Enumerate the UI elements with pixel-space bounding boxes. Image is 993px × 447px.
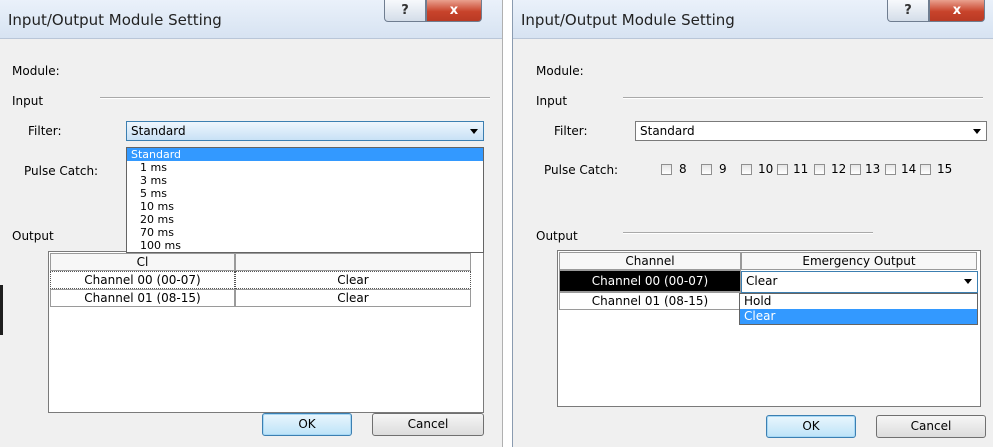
pulse-checkbox-11[interactable]	[777, 164, 788, 175]
cancel-button[interactable]: Cancel	[876, 415, 986, 438]
title-bar: Input/Output Module Setting ? x	[0, 0, 502, 39]
output-cell-text: Clear	[337, 291, 369, 305]
ok-button[interactable]: OK	[766, 415, 856, 438]
close-button[interactable]: x	[426, 0, 482, 22]
pulse-bit-label: 12	[831, 162, 847, 176]
table-row-channel[interactable]: Channel 00 (00-07)	[559, 270, 741, 292]
help-button[interactable]: ?	[384, 0, 426, 22]
channel-header-text: Cl	[136, 255, 149, 269]
filter-label: Filter:	[554, 124, 588, 138]
output-section-label: Output	[536, 229, 578, 243]
output-cell-text: Clear	[337, 273, 369, 287]
module-label: Module:	[536, 64, 584, 78]
input-section-label: Input	[536, 94, 568, 108]
emergency-output-select[interactable]: Clear	[741, 271, 978, 293]
chevron-down-icon[interactable]	[964, 279, 972, 284]
table-row-output[interactable]: Clear	[235, 289, 471, 307]
emergency-output-dropdown: Hold Clear	[739, 293, 978, 325]
table-row-channel[interactable]: Channel 01 (08-15)	[50, 289, 235, 307]
io-module-setting-dialog-left: Input/Output Module Setting ? x Module: …	[0, 0, 503, 447]
chevron-down-icon[interactable]	[470, 129, 478, 134]
pulse-checkbox-13[interactable]	[850, 164, 861, 175]
pulse-checkbox-10[interactable]	[741, 164, 752, 175]
table-row-channel[interactable]: Channel 00 (00-07)	[50, 271, 235, 289]
filter-label: Filter:	[28, 124, 62, 138]
pulse-checkbox-15[interactable]	[920, 164, 931, 175]
channel-cell-text: Channel 00 (00-07)	[591, 274, 709, 288]
pulse-bit-label: 8	[679, 162, 687, 176]
pulse-checkbox-12[interactable]	[814, 164, 825, 175]
emergency-select-value: Clear	[746, 274, 778, 288]
emergency-option-hold[interactable]: Hold	[740, 294, 977, 309]
table-row-output[interactable]: Clear	[235, 271, 471, 289]
cancel-button[interactable]: Cancel	[372, 413, 484, 436]
filter-option[interactable]: Standard	[127, 148, 483, 161]
pulse-catch-label: Pulse Catch:	[544, 163, 619, 177]
input-divider	[100, 97, 490, 99]
dialog-title: Input/Output Module Setting	[8, 11, 222, 29]
channel-cell-text: Channel 01 (08-15)	[84, 291, 201, 305]
pulse-bit-label: 10	[758, 162, 774, 176]
pulse-bit-label: 9	[719, 162, 727, 176]
help-icon: ?	[904, 3, 912, 18]
title-bar: Input/Output Module Setting ? x	[513, 0, 993, 39]
help-icon: ?	[401, 3, 409, 18]
filter-select[interactable]: Standard	[126, 121, 484, 141]
pulse-catch-label: Pulse Catch:	[24, 164, 99, 178]
module-label: Module:	[12, 64, 60, 78]
emergency-output-column-header: Emergency Output	[741, 252, 977, 270]
channel-cell-text: Channel 00 (00-07)	[84, 273, 201, 287]
channel-column-header: Channel	[559, 252, 741, 270]
channel-header-text: Channel	[625, 254, 675, 268]
filter-select-value: Standard	[131, 124, 186, 138]
io-module-setting-dialog-right: Input/Output Module Setting ? x Module: …	[512, 0, 993, 447]
close-button[interactable]: x	[929, 0, 985, 22]
pulse-checkbox-14[interactable]	[885, 164, 896, 175]
pulse-bit-label: 15	[937, 162, 953, 176]
close-icon: x	[952, 3, 962, 18]
filter-option[interactable]: 70 ms	[127, 226, 483, 239]
dialog-title: Input/Output Module Setting	[521, 11, 735, 29]
pulse-bit-label: 11	[793, 162, 809, 176]
background-edge	[0, 285, 3, 335]
filter-option[interactable]: 1 ms	[127, 161, 483, 174]
output-divider	[623, 232, 873, 234]
pulse-checkbox-9[interactable]	[701, 164, 712, 175]
filter-select[interactable]: Standard	[635, 121, 987, 141]
input-divider	[623, 97, 983, 99]
pulse-checkbox-8[interactable]	[661, 164, 672, 175]
pulse-bit-label: 13	[865, 162, 881, 176]
filter-dropdown-list: Standard 1 ms 3 ms 5 ms 10 ms 20 ms 70 m…	[126, 147, 484, 253]
ok-button[interactable]: OK	[262, 413, 352, 436]
output-grid: Cl Channel 00 (00-07) Clear Channel 01 (…	[48, 251, 484, 413]
help-button[interactable]: ?	[887, 0, 929, 22]
table-row-channel[interactable]: Channel 01 (08-15)	[559, 292, 741, 310]
pulse-bit-label: 14	[901, 162, 917, 176]
filter-option[interactable]: 10 ms	[127, 200, 483, 213]
emergency-header-text: Emergency Output	[802, 254, 916, 268]
close-icon: x	[449, 3, 459, 18]
filter-option[interactable]: 3 ms	[127, 174, 483, 187]
output-section-label: Output	[12, 229, 54, 243]
channel-column-header: Cl	[50, 253, 235, 271]
emergency-option-clear[interactable]: Clear	[740, 309, 977, 324]
filter-select-value: Standard	[640, 124, 695, 138]
filter-option[interactable]: 5 ms	[127, 187, 483, 200]
filter-option[interactable]: 20 ms	[127, 213, 483, 226]
input-section-label: Input	[12, 94, 44, 108]
output-column-header	[235, 253, 471, 271]
channel-cell-text: Channel 01 (08-15)	[591, 294, 709, 308]
chevron-down-icon[interactable]	[973, 129, 981, 134]
filter-option[interactable]: 100 ms	[127, 239, 483, 252]
